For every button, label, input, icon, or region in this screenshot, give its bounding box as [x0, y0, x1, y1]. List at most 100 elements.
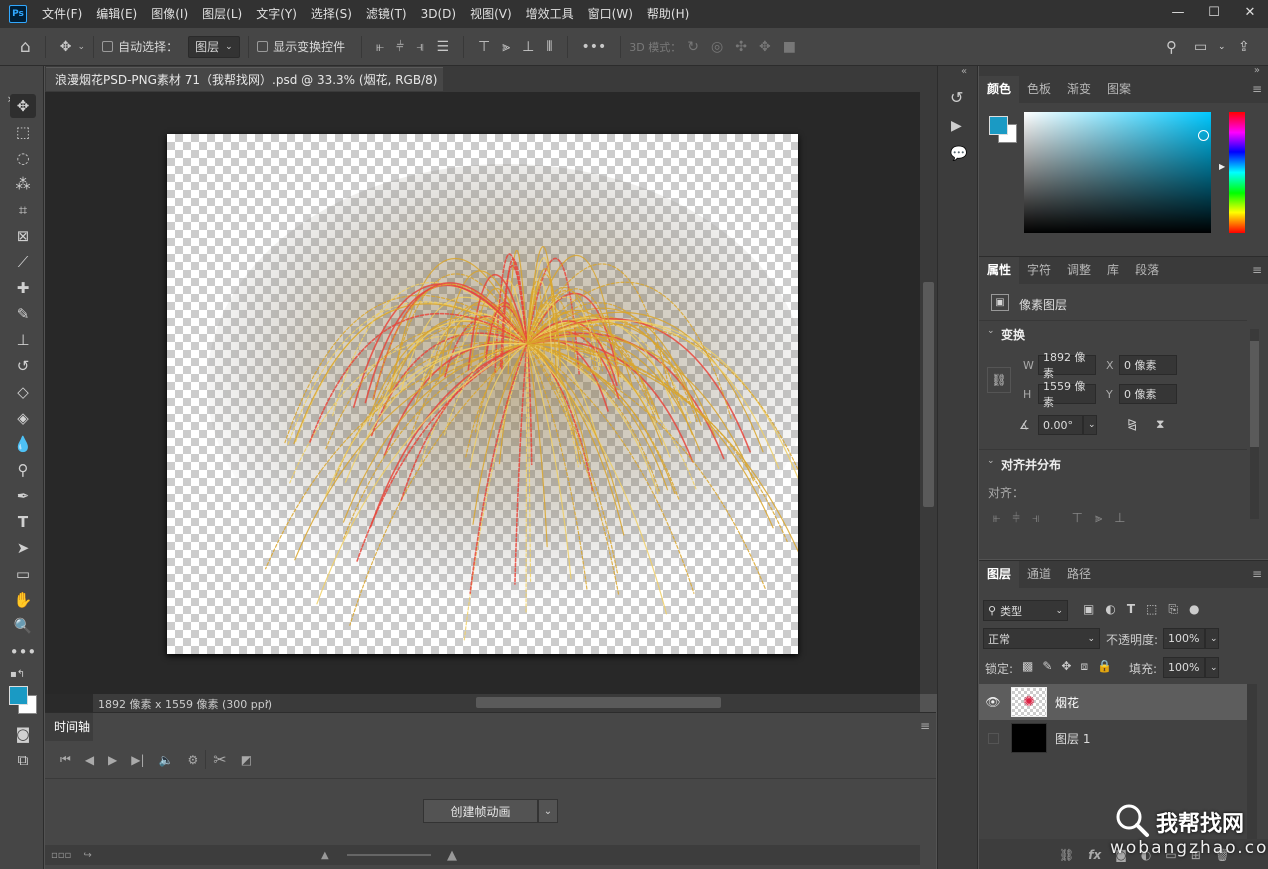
menu-layer[interactable]: 图层(L): [195, 0, 249, 28]
zoom-out-mountain-icon[interactable]: ▲: [321, 850, 329, 861]
menu-3d[interactable]: 3D(D): [414, 0, 463, 28]
panel-menu-icon[interactable]: ≡: [920, 719, 930, 733]
align-bottom-icon[interactable]: ⊥: [516, 39, 540, 55]
transition-icon[interactable]: ◩: [234, 753, 259, 767]
menu-file[interactable]: 文件(F): [35, 0, 89, 28]
type-tool-icon[interactable]: T: [10, 510, 36, 534]
layer-name[interactable]: 烟花: [1055, 694, 1079, 711]
height-field[interactable]: 1559 像素: [1038, 380, 1096, 409]
link-layers-icon[interactable]: ⛓: [1059, 848, 1074, 862]
angle-field[interactable]: 0.00°: [1038, 415, 1083, 435]
comments-icon[interactable]: 💬: [950, 146, 967, 162]
healing-brush-tool-icon[interactable]: ✚: [10, 276, 36, 300]
status-menu-arrow[interactable]: ›: [265, 695, 269, 708]
tab-patterns[interactable]: 图案: [1099, 76, 1139, 103]
hue-slider[interactable]: [1229, 112, 1245, 233]
panel-menu-icon[interactable]: ≡: [1252, 257, 1262, 284]
align-middle-v-icon[interactable]: ⫸: [496, 39, 516, 55]
foreground-color-swatch[interactable]: [9, 686, 28, 705]
align-left-icon[interactable]: ⫦: [993, 511, 1000, 526]
auto-select-target-dropdown[interactable]: 图层 ⌄: [188, 35, 241, 58]
lock-artboard-icon[interactable]: ⧈: [1080, 659, 1088, 674]
menu-window[interactable]: 窗口(W): [581, 0, 640, 28]
filter-shape-icon[interactable]: ⬚: [1146, 602, 1157, 617]
color-picker-ring[interactable]: [1198, 130, 1209, 141]
workspace-icon[interactable]: ▭: [1188, 39, 1213, 55]
timeline-tab[interactable]: 时间轴: [45, 713, 93, 741]
edit-toolbar-icon[interactable]: •••: [10, 640, 37, 664]
align-center-h-icon[interactable]: ⫩: [1012, 511, 1019, 526]
lock-position-icon[interactable]: ✥: [1061, 659, 1071, 674]
layer-row[interactable]: 👁 ✺ 烟花: [979, 684, 1247, 720]
menu-edit[interactable]: 编辑(E): [89, 0, 144, 28]
frame-tool-icon[interactable]: ⊠: [10, 224, 36, 248]
menu-filter[interactable]: 滤镜(T): [359, 0, 414, 28]
tab-swatches[interactable]: 色板: [1019, 76, 1059, 103]
menu-select[interactable]: 选择(S): [304, 0, 359, 28]
fill-field[interactable]: 100%: [1163, 657, 1205, 678]
chevron-down-icon[interactable]: ⌄: [987, 456, 995, 466]
chevron-down-icon[interactable]: ⌄: [1083, 415, 1097, 435]
saturation-brightness-field[interactable]: [1024, 112, 1211, 233]
hue-marker-icon[interactable]: ▶: [1219, 162, 1225, 171]
menu-type[interactable]: 文字(Y): [249, 0, 304, 28]
vertical-scroll-thumb[interactable]: [923, 282, 934, 507]
opacity-field[interactable]: 100%: [1163, 628, 1205, 649]
chevron-down-icon[interactable]: ⌄: [1218, 42, 1226, 52]
tab-gradients[interactable]: 渐变: [1059, 76, 1099, 103]
history-icon[interactable]: ↺: [950, 88, 963, 107]
share-icon[interactable]: ⇪: [1232, 39, 1256, 55]
actions-play-icon[interactable]: ▶: [951, 118, 962, 134]
blur-tool-icon[interactable]: 💧: [10, 432, 36, 456]
align-left-icon[interactable]: ⫦: [370, 39, 390, 55]
document-tab[interactable]: 浪漫烟花PSD-PNG素材 71（我帮找网）.psd @ 33.3% (烟花, …: [46, 67, 443, 111]
tab-paths[interactable]: 路径: [1059, 561, 1099, 588]
tab-channels[interactable]: 通道: [1019, 561, 1059, 588]
minimize-button[interactable]: —: [1160, 0, 1196, 24]
align-center-h-icon[interactable]: ⫩: [390, 39, 410, 55]
zoom-slider[interactable]: [347, 854, 431, 856]
link-icon[interactable]: ⛓: [987, 367, 1011, 393]
filter-type-icon[interactable]: T: [1127, 602, 1135, 617]
tab-character[interactable]: 字符: [1019, 257, 1059, 284]
document-canvas[interactable]: [167, 134, 808, 654]
audio-icon[interactable]: 🔈: [152, 753, 181, 767]
magic-wand-tool-icon[interactable]: ⁂: [10, 172, 36, 196]
paint-bucket-tool-icon[interactable]: ◈: [10, 406, 36, 430]
create-frame-animation-button[interactable]: 创建帧动画: [423, 799, 538, 823]
history-brush-tool-icon[interactable]: ↺: [10, 354, 36, 378]
lock-pixels-icon[interactable]: ✎: [1042, 659, 1052, 674]
filter-toggle-icon[interactable]: ●: [1189, 602, 1199, 617]
crop-tool-icon[interactable]: ⌗: [10, 198, 36, 222]
marquee-tool-icon[interactable]: ⬚: [10, 120, 36, 144]
frames-icon[interactable]: ▫▫▫: [45, 850, 77, 861]
properties-scrollbar[interactable]: [1250, 329, 1259, 519]
close-window-button[interactable]: ✕: [1232, 0, 1268, 24]
tab-color[interactable]: 颜色: [979, 76, 1020, 103]
collapse-icon[interactable]: «: [961, 66, 967, 77]
play-icon[interactable]: ▶: [101, 753, 124, 767]
horizontal-scroll-thumb[interactable]: [476, 697, 721, 708]
menu-plugins[interactable]: 增效工具: [519, 0, 581, 28]
properties-scroll-thumb[interactable]: [1250, 341, 1259, 447]
layers-scrollbar[interactable]: [1247, 684, 1257, 839]
chevron-down-icon[interactable]: ⌄: [78, 42, 86, 52]
rectangle-tool-icon[interactable]: ▭: [10, 562, 36, 586]
lock-transparency-icon[interactable]: ▩: [1022, 659, 1033, 674]
menu-image[interactable]: 图像(I): [144, 0, 195, 28]
tab-properties[interactable]: 属性: [979, 257, 1020, 284]
layer-row[interactable]: 图层 1: [979, 720, 1247, 756]
zoom-tool-icon[interactable]: 🔍: [10, 614, 36, 638]
align-top-icon[interactable]: ⊤: [1072, 511, 1083, 526]
convert-arrow-icon[interactable]: ↪: [77, 850, 97, 861]
stamp-tool-icon[interactable]: ⊥: [10, 328, 36, 352]
vertical-scrollbar[interactable]: [920, 92, 937, 694]
horizontal-scrollbar[interactable]: [280, 694, 920, 712]
chevron-down-icon[interactable]: ⌄: [1205, 657, 1219, 678]
default-colors-icon[interactable]: ▪↰: [10, 669, 25, 680]
move-tool-icon[interactable]: ✥: [10, 94, 36, 118]
settings-icon[interactable]: ⚙: [181, 753, 206, 767]
previous-frame-icon[interactable]: ◀: [78, 753, 101, 767]
dodge-tool-icon[interactable]: ⚲: [10, 458, 36, 482]
eraser-tool-icon[interactable]: ◇: [10, 380, 36, 404]
